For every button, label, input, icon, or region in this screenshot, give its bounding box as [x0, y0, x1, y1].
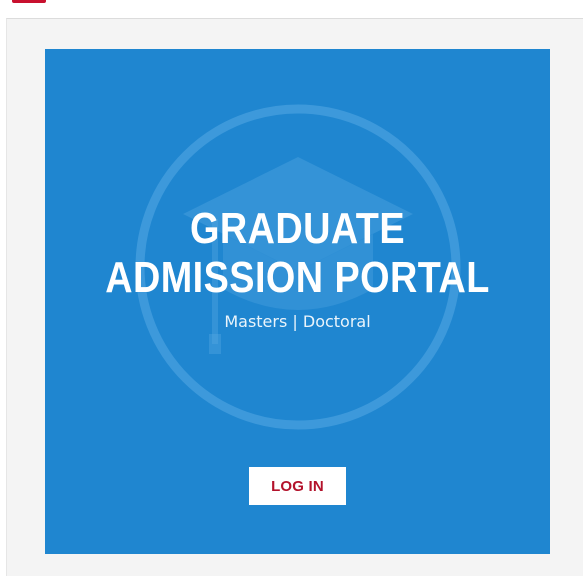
top-brand-strip — [0, 0, 586, 4]
page: GRADUATE ADMISSION PORTAL Masters | Doct… — [0, 0, 586, 576]
program-subtitle: Masters | Doctoral — [224, 312, 371, 331]
page-title-line-1: GRADUATE — [189, 204, 406, 253]
admission-portal-card: GRADUATE ADMISSION PORTAL Masters | Doct… — [45, 49, 550, 554]
page-title-line-2: ADMISSION PORTAL — [105, 253, 490, 302]
login-button[interactable]: LOG IN — [249, 467, 346, 505]
brand-mark — [12, 0, 46, 3]
